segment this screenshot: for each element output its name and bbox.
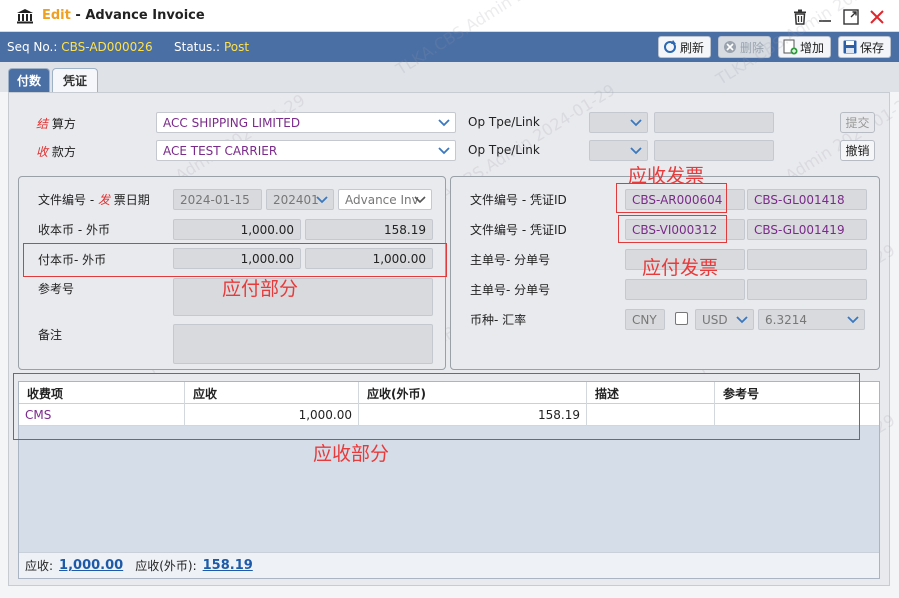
ap-voucher-id[interactable]: CBS-GL001419 (747, 219, 867, 240)
mbl-label-2: 主单号- 分单号 (470, 283, 551, 297)
save-icon (843, 40, 857, 54)
receiver-party-select[interactable]: ACE TEST CARRIER (156, 140, 456, 161)
chevron-down-icon[interactable] (625, 141, 647, 160)
op-link-input-1[interactable] (654, 112, 774, 133)
settle-party-select[interactable]: ACC SHIPPING LIMITED (156, 112, 456, 133)
remark-input[interactable] (173, 324, 433, 364)
op-type-label-1: Op Tpe/Link (468, 115, 540, 129)
recv-local-amount[interactable]: 1,000.00 (173, 219, 301, 240)
mbl-label-1: 主单号- 分单号 (470, 253, 551, 267)
op-type-select-1[interactable] (589, 112, 648, 133)
invoice-date-input[interactable]: 2024-01-15 (173, 189, 262, 210)
settle-party-label: 结 算方 (36, 117, 76, 131)
chevron-down-icon[interactable] (842, 310, 864, 329)
bank-icon (17, 9, 33, 24)
submit-button[interactable]: 提交 (840, 112, 875, 133)
save-button[interactable]: 保存 (838, 36, 891, 58)
delete-button[interactable]: 删除 (718, 36, 771, 58)
receiver-party-label: 收 款方 (36, 145, 76, 159)
docno-date-label: 文件编号 - 发 票日期 (38, 193, 150, 207)
currency-label: 币种- 汇率 (470, 313, 527, 327)
op-type-select-2[interactable] (589, 140, 648, 161)
op-link-input-2[interactable] (654, 140, 774, 161)
annotation-ar-invoice: 应收发票 (628, 165, 705, 187)
grid-summary: 应收: 1,000.00 应收(外币): 158.19 (19, 552, 879, 578)
maximize-icon[interactable] (843, 9, 859, 25)
seq-no: Seq No.: CBS-AD000026 (7, 40, 153, 54)
trash-icon[interactable] (793, 9, 807, 25)
add-button[interactable]: 增加 (778, 36, 831, 58)
annotation-box-payable (23, 243, 447, 277)
remark-label: 备注 (38, 328, 63, 342)
tab-voucher[interactable]: 凭证 (52, 68, 98, 92)
doc1-label: 文件编号 - 凭证ID (470, 193, 567, 207)
add-document-icon (783, 39, 798, 55)
close-icon[interactable] (870, 10, 884, 24)
delete-icon (724, 41, 736, 53)
toolbar: Seq No.: CBS-AD000026 Status.: Post 刷新 删… (0, 32, 899, 62)
annotation-payable-part: 应付部分 (222, 278, 299, 300)
receivable-foreign-total-link[interactable]: 158.19 (203, 558, 253, 573)
refresh-button[interactable]: 刷新 (658, 36, 711, 58)
chevron-down-icon[interactable] (409, 190, 431, 209)
period-select[interactable]: 202401 (266, 189, 334, 210)
currency-checkbox[interactable] (675, 312, 688, 325)
base-currency[interactable]: CNY (625, 309, 665, 330)
reference-label: 参考号 (38, 282, 75, 296)
annotation-box-receivable (13, 373, 860, 440)
window-title: Edit - Advance Invoice (42, 8, 205, 23)
reference-input[interactable] (173, 278, 433, 316)
refresh-icon (664, 40, 676, 53)
annotation-receivable-part: 应收部分 (313, 443, 390, 465)
withdraw-button[interactable]: 撤销 (840, 140, 875, 161)
exchange-rate-select[interactable]: 6.3214 (758, 309, 865, 330)
recv-foreign-amount[interactable]: 158.19 (305, 219, 433, 240)
annotation-box-ap (618, 215, 727, 243)
chevron-down-icon[interactable] (311, 190, 333, 209)
recv-amount-label: 收本币 - 外币 (38, 223, 110, 237)
status: Status.: Post (174, 40, 250, 54)
chevron-down-icon[interactable] (433, 141, 455, 160)
tab-payment[interactable]: 付数 (8, 68, 50, 92)
invoice-type-select[interactable]: Advance Inv (338, 189, 432, 210)
op-type-label-2: Op Tpe/Link (468, 143, 540, 157)
receivable-total-link[interactable]: 1,000.00 (59, 558, 123, 573)
chevron-down-icon[interactable] (433, 113, 455, 132)
ar-voucher-id[interactable]: CBS-GL001418 (747, 189, 867, 210)
minimize-icon[interactable] (818, 10, 832, 24)
house-bl-input-2[interactable] (747, 279, 867, 300)
foreign-currency-select[interactable]: USD (695, 309, 754, 330)
chevron-down-icon[interactable] (731, 310, 753, 329)
master-bl-input-2[interactable] (625, 279, 745, 300)
doc2-label: 文件编号 - 凭证ID (470, 223, 567, 237)
title-bar: Edit - Advance Invoice (0, 0, 899, 32)
chevron-down-icon[interactable] (625, 113, 647, 132)
tab-strip: 付数 凭证 (0, 62, 899, 92)
annotation-ap-invoice: 应付发票 (642, 257, 719, 279)
house-bl-input-1[interactable] (747, 249, 867, 270)
